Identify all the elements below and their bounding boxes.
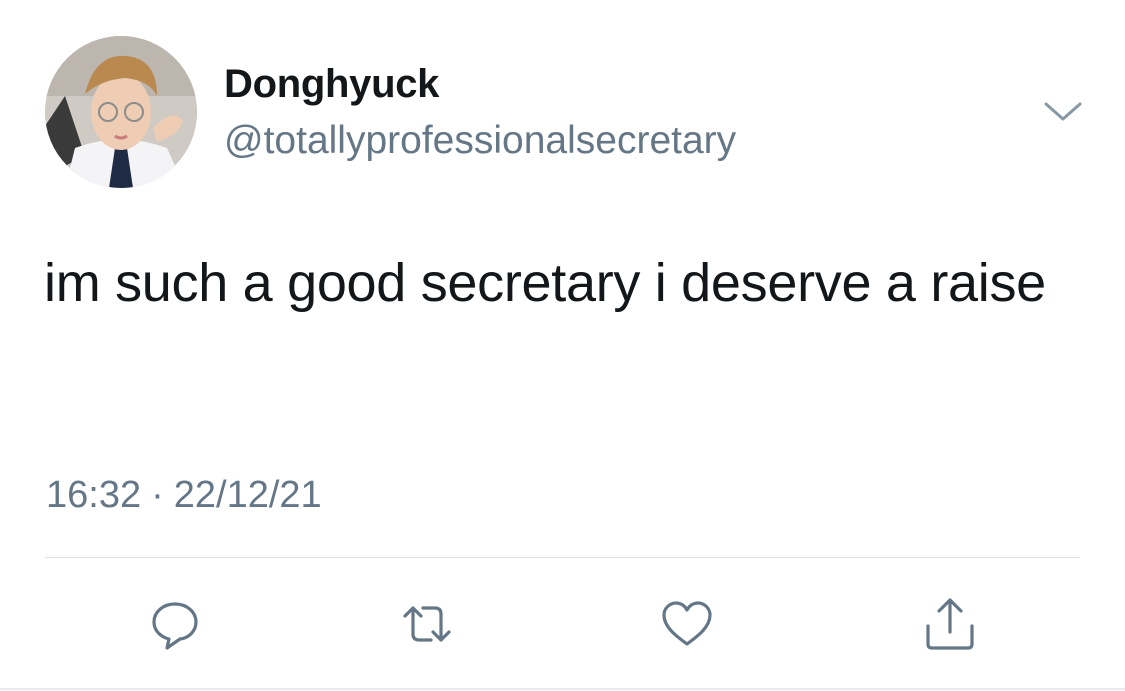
tweet-date: 22/12/21 xyxy=(173,474,322,516)
share-button[interactable] xyxy=(918,594,982,654)
heart-icon xyxy=(658,596,716,652)
tweet-time: 16:32 xyxy=(46,474,142,516)
tweet-card: Donghyuck @totallyprofessionalsecretary … xyxy=(0,0,1125,691)
reply-icon xyxy=(147,596,203,652)
timestamp-separator: · xyxy=(151,474,164,516)
avatar[interactable] xyxy=(45,36,197,188)
chevron-down-icon[interactable] xyxy=(1040,96,1086,126)
retweet-icon xyxy=(397,596,457,652)
tweet-text: im such a good secretary i deserve a rai… xyxy=(44,253,1046,313)
avatar-photo xyxy=(45,36,197,188)
tweet-timestamp[interactable]: 16:32 · 22/12/21 xyxy=(46,474,322,517)
user-handle[interactable]: @totallyprofessionalsecretary xyxy=(224,119,736,163)
display-name[interactable]: Donghyuck xyxy=(224,62,439,107)
bottom-border xyxy=(0,688,1125,690)
like-button[interactable] xyxy=(655,594,719,654)
retweet-button[interactable] xyxy=(395,594,459,654)
reply-button[interactable] xyxy=(143,594,207,654)
share-icon xyxy=(920,594,980,654)
divider xyxy=(45,557,1080,558)
